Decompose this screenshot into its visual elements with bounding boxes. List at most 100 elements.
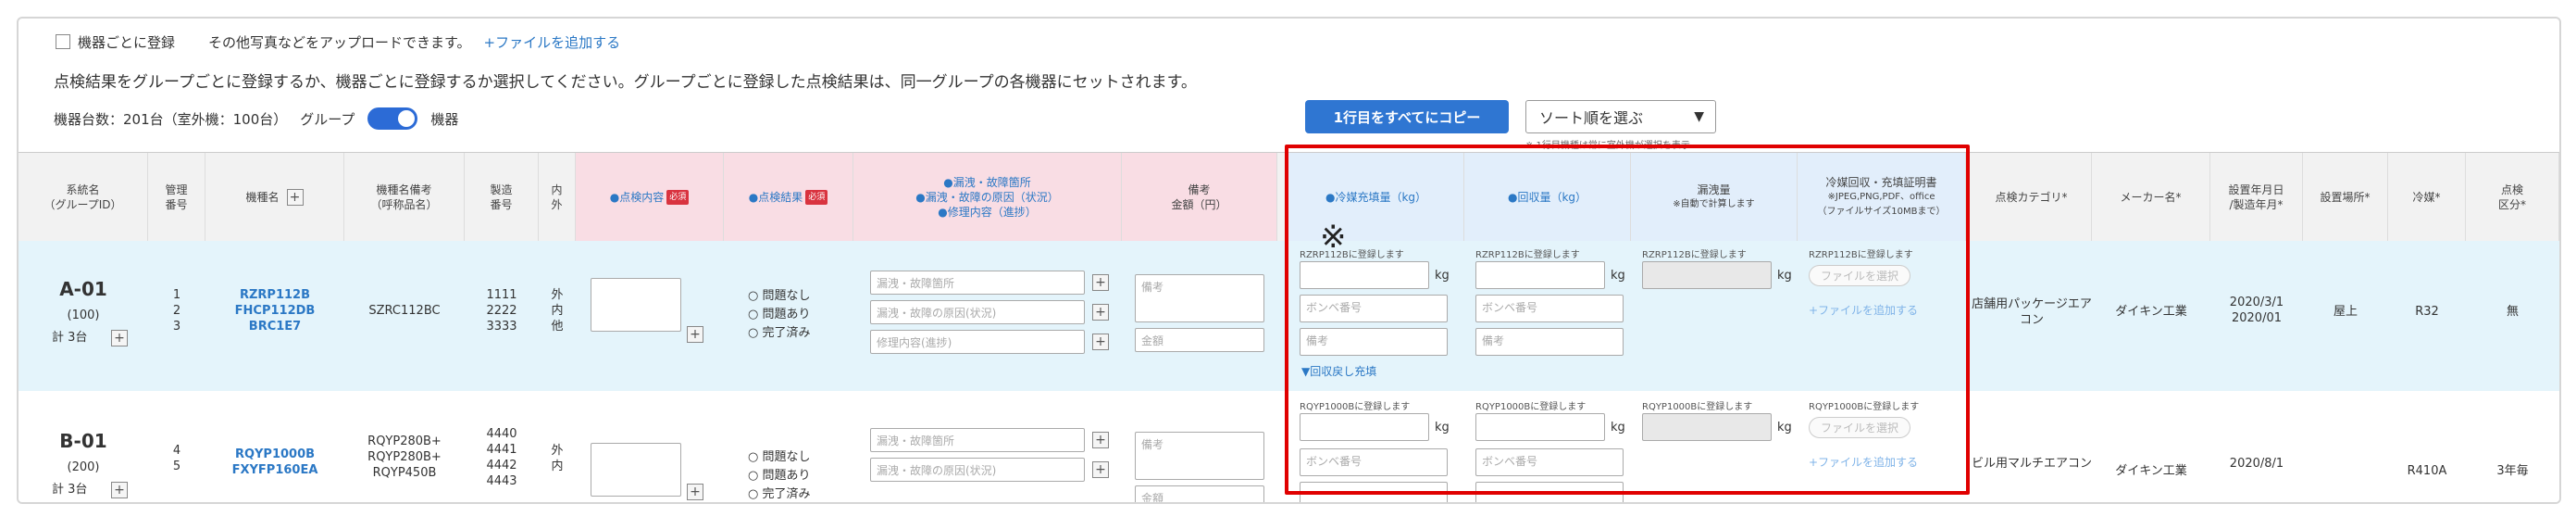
th-remarks: 備考 金額（円） <box>1122 153 1277 242</box>
inspect-content-input[interactable] <box>591 443 681 497</box>
add-plus-icon[interactable]: + <box>687 326 703 343</box>
copy-first-row-button[interactable]: 1行目をすべてにコピー <box>1305 100 1509 133</box>
row-category: ビル用マルチエアコン <box>1972 457 2093 471</box>
row-model-list: RZRP112B FHCP112DB BRC1E7 <box>205 287 344 334</box>
th-inspect-content: ●点検内容 必須 <box>576 153 724 242</box>
model-link[interactable]: BRC1E7 <box>205 319 344 334</box>
model-note: RQYP450B <box>372 466 437 480</box>
add-plus-icon[interactable]: + <box>1092 334 1109 350</box>
radio-label: 問題あり <box>762 308 811 321</box>
th-refrigerant-label: 冷媒* <box>2412 191 2441 204</box>
th-inout: 内 外 <box>539 153 576 242</box>
required-badge: 必須 <box>666 190 690 205</box>
inspect-content-input[interactable] <box>591 278 681 332</box>
result-radio-problem[interactable]: ○ 問題あり <box>748 304 811 321</box>
add-plus-icon[interactable]: + <box>1092 461 1109 478</box>
expand-plus-icon[interactable]: + <box>286 189 304 206</box>
th-model-note-1: 機種名備考 <box>376 183 432 196</box>
leak-location-input[interactable]: 漏洩・故障箇所 <box>870 271 1085 295</box>
result-radio-ok[interactable]: ○ 問題なし <box>748 285 811 303</box>
amount-input[interactable]: 金額 <box>1135 485 1264 502</box>
th-model-label: 機種名 <box>245 191 280 204</box>
leak-location-input[interactable]: 漏洩・故障箇所 <box>870 428 1085 452</box>
mgmt-no: 4 <box>172 444 181 458</box>
mgmt-no: 5 <box>172 460 181 473</box>
row-system-name: B-01 <box>59 430 107 452</box>
th-inspection-class: 点検 区分* <box>2466 153 2559 242</box>
th-mgmt: 管理 番号 <box>148 153 205 242</box>
row-maker: ダイキン工業 <box>2115 305 2187 319</box>
row-mgmt-list: 4 5 <box>148 443 205 474</box>
th-category-label: 点検カテゴリ* <box>1995 191 2068 204</box>
description-text: 点検結果をグループごとに登録するか、機器ごとに登録するか選択してください。グルー… <box>54 73 1197 92</box>
result-radio-problem[interactable]: ○ 問題あり <box>748 465 811 483</box>
row-inspection-class: 3年毎 <box>2496 464 2529 478</box>
serial-no: 3333 <box>486 320 517 334</box>
model-link[interactable]: RZRP112B <box>205 287 344 303</box>
add-plus-icon[interactable]: + <box>1092 274 1109 291</box>
th-refrigerant: 冷媒* <box>2388 153 2466 242</box>
radio-label: 完了済み <box>762 326 811 340</box>
mgmt-no: 2 <box>172 304 181 318</box>
th-model: 機種名 + <box>205 153 344 242</box>
add-plus-icon[interactable]: + <box>1092 432 1109 448</box>
result-radio-done[interactable]: ○ 完了済み <box>748 484 811 501</box>
inout-value: 他 <box>551 320 564 334</box>
row-inout-list: 外 内 他 <box>539 287 576 334</box>
th-inout-2: 外 <box>551 198 563 211</box>
th-serial-2: 番号 <box>490 198 513 211</box>
th-model-note: 機種名備考 （呼称品名） <box>344 153 465 242</box>
top-upload-row: 機器ごとに登録 その他写真などをアップロードできます。 +ファイルを追加する <box>56 26 620 57</box>
upload-text: その他写真などをアップロードできます。 <box>208 33 471 51</box>
serial-no: 4441 <box>486 443 517 457</box>
add-plus-icon[interactable]: + <box>1092 304 1109 321</box>
row-model-note: SZRC112BC <box>368 304 441 318</box>
add-file-link[interactable]: +ファイルを追加する <box>484 32 621 52</box>
th-class-2: 区分* <box>2497 198 2526 211</box>
radio-label: 問題なし <box>762 289 811 303</box>
th-model-note-2: （呼称品名） <box>370 198 438 211</box>
row-maker: ダイキン工業 <box>2115 464 2187 478</box>
th-install-date: 設置年月日 /製造年月* <box>2210 153 2303 242</box>
chevron-down-icon: ▼ <box>1694 109 1704 124</box>
group-device-toggle[interactable] <box>367 107 418 130</box>
th-class-1: 点検 <box>2500 183 2523 196</box>
th-leak-2: ●漏洩・故障の原因（状況） <box>915 191 1059 204</box>
serial-no: 4440 <box>486 427 517 441</box>
add-plus-icon[interactable]: + <box>687 484 703 500</box>
model-link[interactable]: RQYP1000B <box>205 447 344 462</box>
remarks-textarea[interactable]: 備考 <box>1135 274 1264 322</box>
th-leak: ●漏洩・故障箇所 ●漏洩・故障の原因（状況） ●修理内容（進捗） <box>853 153 1122 242</box>
result-radio-ok[interactable]: ○ 問題なし <box>748 447 811 464</box>
amount-input[interactable]: 金額 <box>1135 328 1264 352</box>
leak-cause-input[interactable]: 漏洩・故障の原因(状況) <box>870 458 1085 482</box>
repair-input[interactable]: 修理内容(進捗) <box>870 330 1085 354</box>
th-leak-3: ●修理内容（進捗） <box>938 206 1037 219</box>
th-system: 系統名 （グループID） <box>19 153 148 242</box>
sort-select[interactable]: ソート順を選ぶ ▼ <box>1525 100 1716 133</box>
row-inspection-class: 無 <box>2506 305 2519 319</box>
inout-value: 外 <box>551 288 564 302</box>
sort-select-value: ソート順を選ぶ <box>1539 109 1644 127</box>
th-inout-1: 内 <box>551 183 563 196</box>
serial-no: 2222 <box>486 304 517 318</box>
expand-plus-icon[interactable]: + <box>111 330 128 346</box>
per-device-checkbox[interactable] <box>56 34 70 49</box>
th-remarks-1: 備考 <box>1188 183 1211 196</box>
inout-value: 内 <box>551 304 564 318</box>
group-label: グループ <box>300 110 355 128</box>
th-serial: 製造 番号 <box>465 153 539 242</box>
th-leak-1: ●漏洩・故障箇所 <box>943 176 1031 189</box>
model-link[interactable]: FXYFP160EA <box>205 462 344 478</box>
model-link[interactable]: FHCP112DB <box>205 303 344 319</box>
inspection-panel: 機器ごとに登録 その他写真などをアップロードできます。 +ファイルを追加する 点… <box>17 17 2561 504</box>
row-mgmt-list: 1 2 3 <box>148 287 205 334</box>
row-serial-list: 4440 4441 4442 4443 <box>465 426 539 489</box>
expand-plus-icon[interactable]: + <box>111 482 128 498</box>
result-radio-done[interactable]: ○ 完了済み <box>748 322 811 340</box>
leak-cause-input[interactable]: 漏洩・故障の原因(状況) <box>870 300 1085 324</box>
row-model-note-list: RQYP280B+ RQYP280B+ RQYP450B <box>344 434 465 481</box>
highlight-box <box>1285 145 1970 495</box>
th-location-label: 設置場所* <box>2320 191 2371 204</box>
remarks-textarea[interactable]: 備考 <box>1135 432 1264 480</box>
